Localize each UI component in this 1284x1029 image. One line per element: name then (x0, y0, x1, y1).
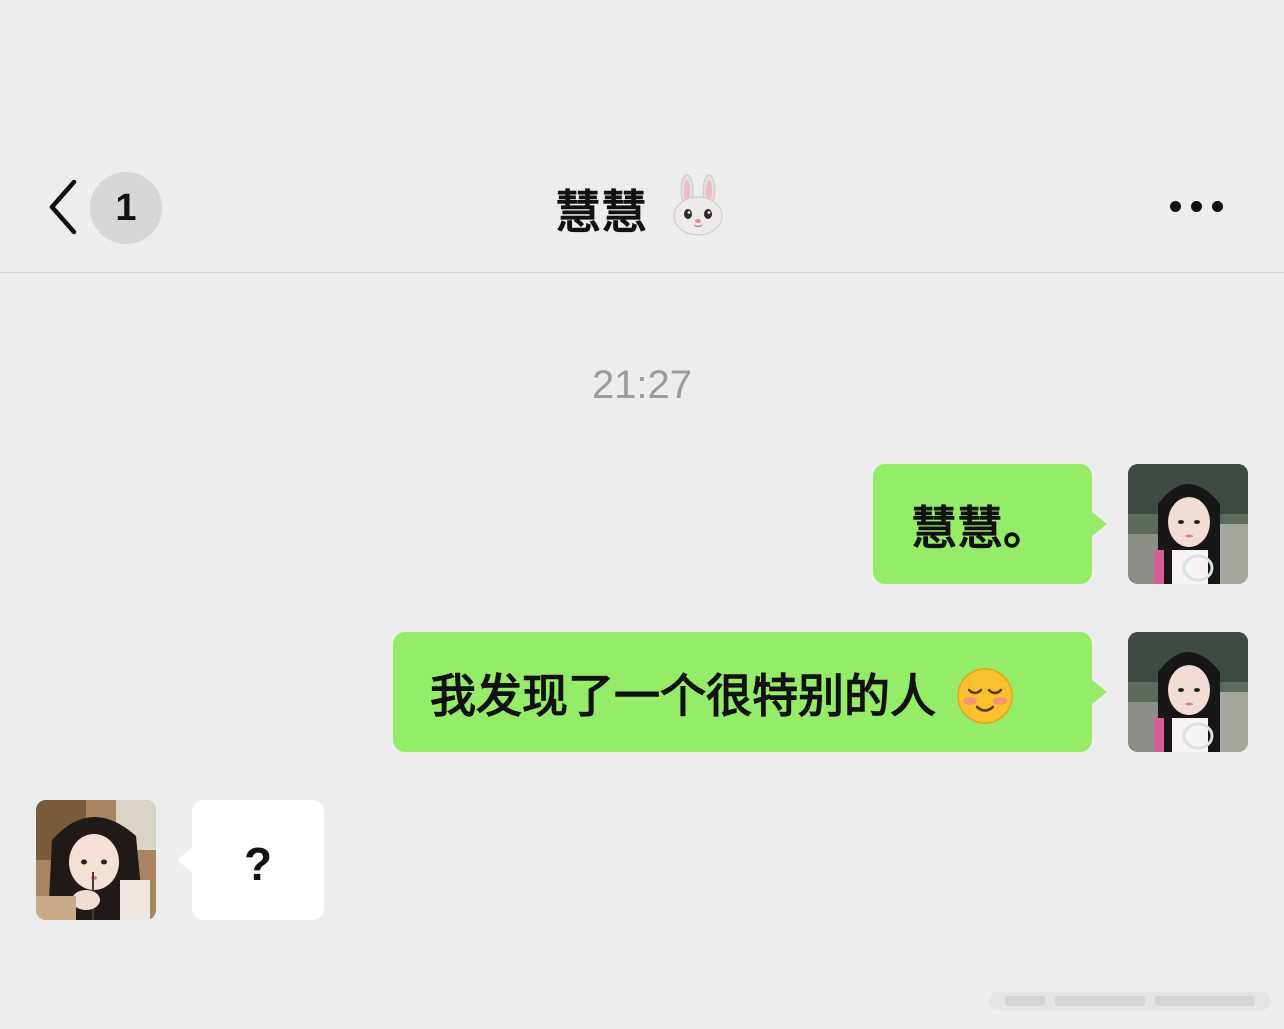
chat-title-text: 慧慧 (554, 185, 647, 239)
sent-message-bubble[interactable]: 慧慧。 (873, 464, 1107, 584)
chevron-left-icon (49, 179, 77, 235)
chat-screen: 1 慧慧 21:27 慧慧。 我发现了一个很特别的人 ? (0, 0, 1284, 1029)
contact-avatar[interactable] (36, 800, 156, 920)
blushing-smile-icon (957, 667, 1013, 724)
bubble-tail (177, 847, 193, 873)
unread-count-badge[interactable]: 1 (90, 172, 162, 244)
received-message-bubble[interactable]: ? (177, 800, 324, 920)
sent-message-bubble[interactable]: 我发现了一个很特别的人 (393, 632, 1107, 752)
more-options-button[interactable] (1164, 192, 1230, 222)
message-timestamp: 21:27 (591, 363, 693, 407)
watermark-graphic (989, 992, 1271, 1010)
message-text: ? (243, 837, 273, 890)
bubble-tail (1091, 679, 1107, 705)
rabbit-face-icon (673, 174, 723, 236)
chat-header: 1 慧慧 (0, 0, 1284, 273)
message-text: 我发现了一个很特别的人 (430, 668, 936, 723)
message-text: 慧慧。 (911, 500, 1049, 555)
back-button[interactable] (44, 178, 84, 236)
bubble-tail (1091, 511, 1107, 537)
chat-title: 慧慧 (442, 174, 842, 240)
my-avatar[interactable] (1128, 632, 1248, 752)
more-dots-icon (1170, 201, 1181, 212)
my-avatar[interactable] (1128, 464, 1248, 584)
